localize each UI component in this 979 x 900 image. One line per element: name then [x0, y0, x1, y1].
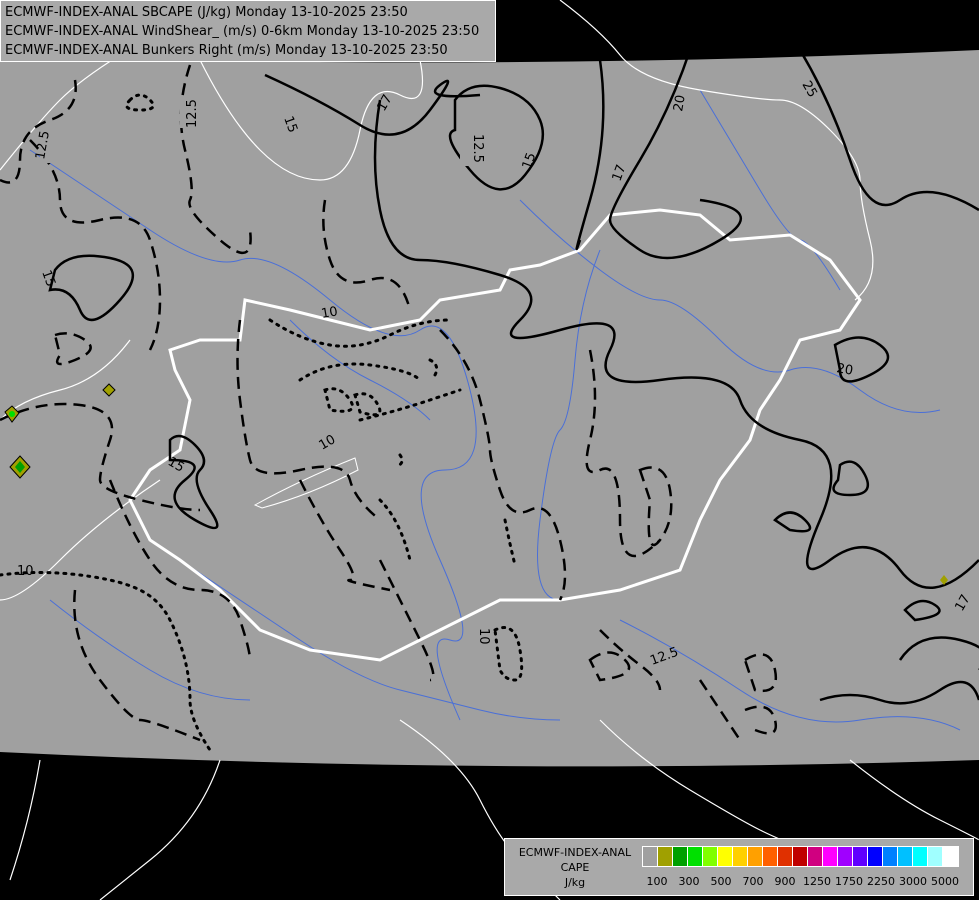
legend-swatch — [643, 847, 658, 866]
legend-tick-label: 100 — [646, 875, 668, 888]
legend-swatch — [733, 847, 748, 866]
cape-legend: ECMWF-INDEX-ANAL CAPE J/kg 100 300 500 700 9… — [504, 838, 974, 896]
legend-tick-label: 3000 — [899, 875, 927, 888]
header-line-windshear: ECMWF-INDEX-ANAL WindShear_ (m/s) 0-6km … — [5, 24, 480, 39]
legend-color-scale — [642, 846, 959, 867]
legend-tick-label: 700 — [742, 875, 764, 888]
legend-tick-label: 5000 — [931, 875, 959, 888]
legend-swatch — [703, 847, 718, 866]
legend-unit: J/kg — [564, 876, 586, 889]
legend-model: ECMWF-INDEX-ANAL — [518, 846, 632, 859]
legend-tick-label: 500 — [710, 875, 732, 888]
legend-swatch — [808, 847, 823, 866]
legend-swatch — [928, 847, 943, 866]
legend-swatch — [718, 847, 733, 866]
legend-swatch — [748, 847, 763, 866]
legend-swatch — [673, 847, 688, 866]
contour-label: 10 — [320, 304, 339, 322]
legend-swatch — [898, 847, 913, 866]
legend-swatch — [823, 847, 838, 866]
legend-swatch — [838, 847, 853, 866]
legend-title: ECMWF-INDEX-ANAL CAPE J/kg — [508, 845, 642, 890]
legend-swatch — [658, 847, 673, 866]
contour-label: 12.5 — [470, 134, 485, 163]
legend-swatch — [868, 847, 883, 866]
legend-swatch — [913, 847, 928, 866]
legend-swatch — [688, 847, 703, 866]
legend-swatch — [793, 847, 808, 866]
legend-tick-label: 1750 — [835, 875, 863, 888]
contour-label: 10 — [476, 628, 491, 645]
data-domain — [0, 50, 979, 767]
legend-swatch — [943, 847, 958, 866]
legend-tick-label: 1250 — [803, 875, 831, 888]
legend-swatch — [853, 847, 868, 866]
contour-label: 20 — [835, 361, 854, 379]
contour-label: 12.5 — [185, 99, 200, 128]
legend-tick-label: 300 — [678, 875, 700, 888]
legend-variable: CAPE — [560, 861, 590, 874]
legend-swatch — [778, 847, 793, 866]
weather-map: 12.5 12.5 15 17 12.5 15 17 20 25 15 10 1… — [0, 0, 979, 900]
header-line-sbcape: ECMWF-INDEX-ANAL SBCAPE (J/kg) Monday 13… — [5, 5, 408, 20]
contour-label: 10 — [17, 564, 34, 579]
header-line-bunkers: ECMWF-INDEX-ANAL Bunkers Right (m/s) Mon… — [5, 43, 448, 58]
legend-swatch — [763, 847, 778, 866]
contour-label: 20 — [671, 94, 689, 113]
map-header: ECMWF-INDEX-ANAL SBCAPE (J/kg) Monday 13… — [0, 0, 496, 62]
legend-tick-labels: 100 300 500 700 900 1250 1750 2250 3000 5000 — [642, 875, 962, 889]
legend-tick-label: 2250 — [867, 875, 895, 888]
legend-tick-label: 900 — [774, 875, 796, 888]
legend-swatch — [883, 847, 898, 866]
